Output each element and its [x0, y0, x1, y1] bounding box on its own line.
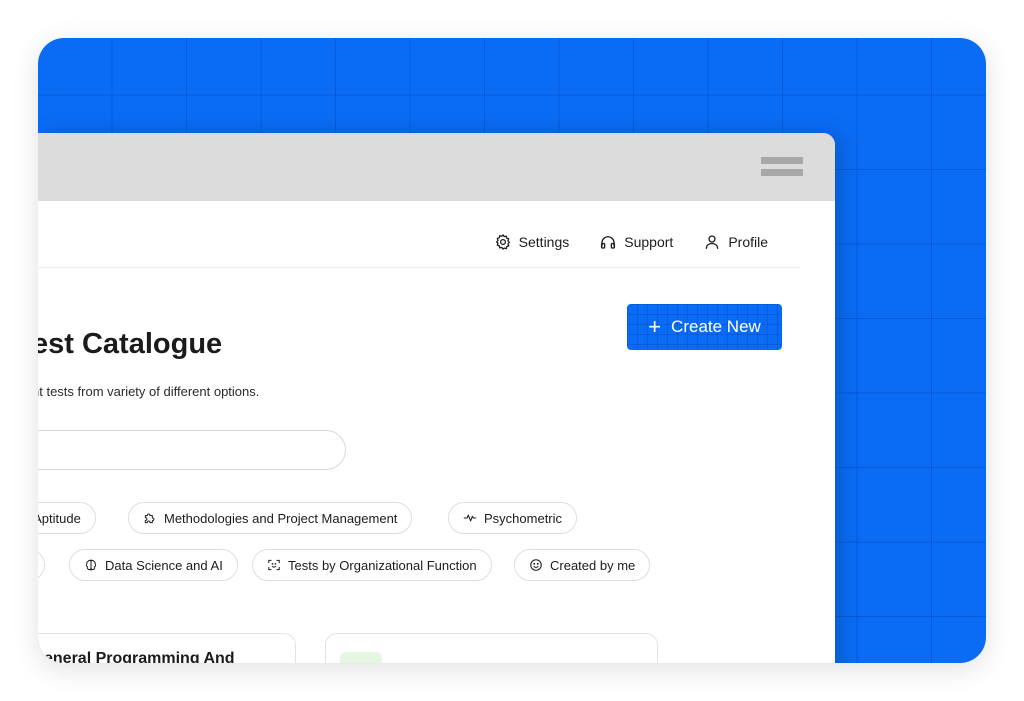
smile-icon: [530, 559, 542, 571]
nav-settings-label: Settings: [518, 234, 570, 250]
user-icon: [706, 235, 719, 250]
nav-support[interactable]: Support: [599, 233, 673, 251]
gear-icon: [495, 234, 510, 250]
chip-psychometric[interactable]: Psychometric: [448, 502, 578, 534]
test-card[interactable]: eneral Programming And: [38, 633, 296, 663]
chip-organizational-function[interactable]: Tests by Organizational Function: [252, 549, 492, 581]
chip-label: Tests by Organizational Function: [288, 557, 477, 573]
chip-aptitude[interactable]: d Aptitude: [38, 502, 96, 534]
search-input[interactable]: [38, 430, 346, 470]
test-card[interactable]: [325, 633, 658, 663]
card-badge: [340, 652, 382, 663]
chip-label: Data Science and AI: [105, 557, 223, 573]
page-subtitle: nt tests from variety of different optio…: [38, 384, 260, 399]
chip-data-science[interactable]: Data Science and AI: [69, 549, 238, 581]
nav-profile[interactable]: Profile: [703, 233, 768, 251]
create-new-label: Create New: [671, 317, 761, 336]
chip-methodologies[interactable]: Methodologies and Project Management: [128, 502, 413, 534]
puzzle-icon: [144, 513, 155, 524]
chip-label: Psychometric: [484, 510, 563, 526]
page-title: est Catalogue: [38, 328, 223, 360]
chip-label: Methodologies and Project Management: [164, 510, 398, 526]
brain-icon: [85, 559, 97, 571]
chip-label: Created by me: [550, 557, 636, 573]
chip-created-by-me[interactable]: Created by me: [514, 549, 651, 581]
window-titlebar: [38, 133, 835, 201]
blue-grid-background: Settings Support Profile + Create New es…: [38, 38, 986, 663]
pulse-icon: [463, 514, 477, 522]
nav-settings[interactable]: Settings: [494, 233, 570, 251]
header-divider: [38, 267, 800, 268]
create-new-button[interactable]: + Create New: [627, 304, 782, 350]
nav-support-label: Support: [624, 234, 674, 250]
app-window: Settings Support Profile + Create New es…: [38, 133, 835, 663]
chip-ap[interactable]: AP: [38, 549, 46, 581]
nav-profile-label: Profile: [728, 234, 768, 250]
plus-icon: +: [648, 314, 662, 339]
scan-face-icon: [268, 559, 280, 571]
top-navigation: Settings Support Profile: [494, 233, 768, 251]
chip-label: d Aptitude: [38, 510, 81, 526]
card-title: eneral Programming And: [44, 650, 235, 663]
hamburger-menu-icon[interactable]: [761, 157, 803, 177]
headphones-icon: [601, 236, 616, 249]
